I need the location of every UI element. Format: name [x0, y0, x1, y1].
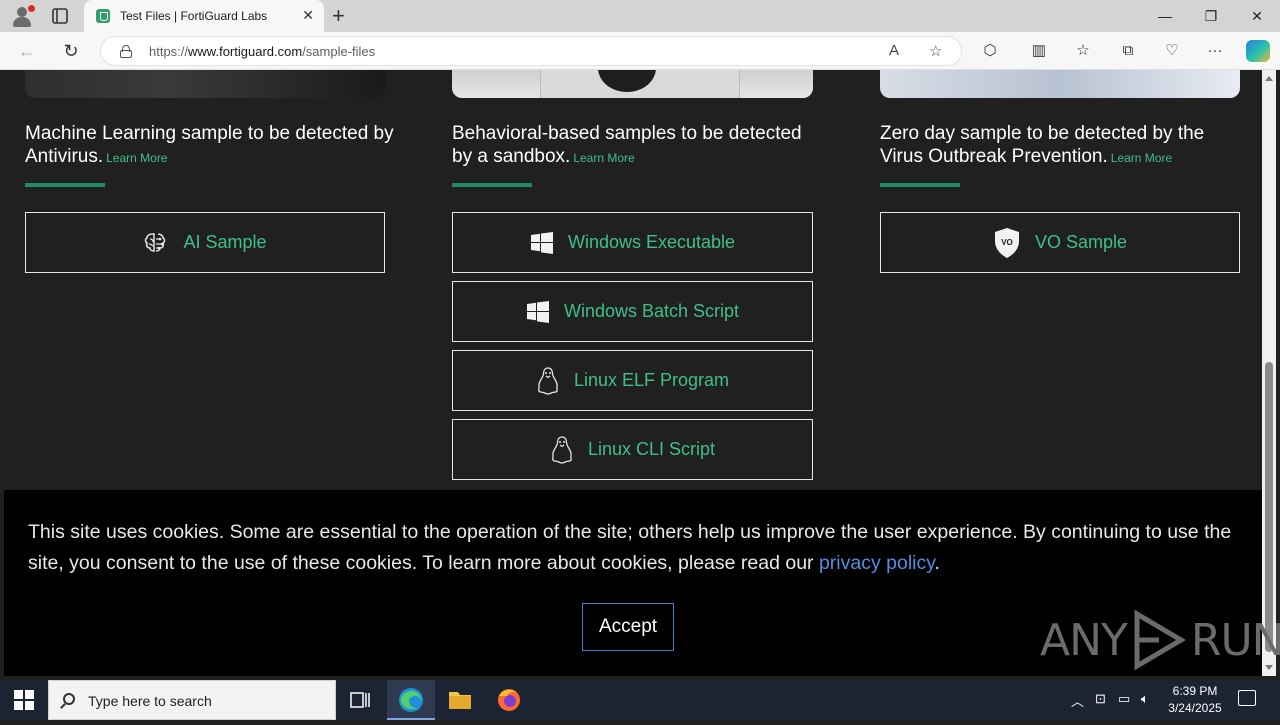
taskbar-clock[interactable]: 6:39 PM 3/24/2025 [1160, 683, 1230, 717]
ml-heading: Machine Learning sample to be detected b… [25, 123, 394, 167]
clock-date: 3/24/2025 [1168, 701, 1222, 715]
heading-rule [25, 183, 105, 187]
browser-toolbar: ← ↻ https://www.fortiguard.com/sample-fi… [0, 32, 1280, 70]
volume-icon[interactable]: 🔈︎ [1141, 691, 1149, 707]
play-logo-icon [1134, 610, 1186, 670]
close-window-icon[interactable]: ✕ [1234, 0, 1280, 32]
vo-sample-label: VO Sample [1034, 232, 1128, 252]
ai-sample-button[interactable]: AI Sample [25, 212, 385, 273]
cookie-banner: This site uses cookies. Some are essenti… [4, 490, 1280, 676]
scroll-up-icon[interactable] [1265, 76, 1273, 81]
windows-executable-label: Windows Executable [567, 232, 736, 252]
search-placeholder: Type here to search [88, 693, 212, 709]
close-tab-icon[interactable]: ✕ [302, 7, 314, 24]
cookie-text: This site uses cookies. Some are essenti… [28, 521, 1232, 574]
more-menu-icon[interactable]: ··· [1205, 41, 1225, 61]
windows-icon [526, 300, 549, 323]
browser-essentials-icon[interactable]: ♡ [1162, 41, 1182, 61]
heading-rule [880, 183, 960, 187]
linux-icon [537, 366, 558, 395]
refresh-icon[interactable]: ↻ [60, 40, 82, 62]
sandbox-heading: Behavioral-based samples to be detected … [452, 123, 802, 167]
learn-more-link[interactable]: Learn More [106, 151, 167, 165]
favorites-icon[interactable]: ☆ [1073, 41, 1093, 61]
favorite-star-icon[interactable]: ☆ [929, 42, 942, 60]
minimize-icon[interactable]: — [1142, 0, 1188, 32]
ml-hero-image [25, 70, 385, 98]
clock-time: 6:39 PM [1172, 684, 1218, 698]
new-tab-icon[interactable]: + [332, 3, 345, 29]
page-scrollbar[interactable] [1262, 70, 1276, 676]
taskbar-search-box[interactable]: Type here to search [48, 680, 336, 720]
browser-tab[interactable]: Test Files | FortiGuard Labs ✕ [84, 0, 324, 32]
firefox-icon[interactable] [485, 680, 533, 720]
url-text[interactable]: https://www.fortiguard.com/sample-files [149, 44, 375, 59]
learn-more-link[interactable]: Learn More [573, 151, 634, 165]
address-bar[interactable]: https://www.fortiguard.com/sample-files … [100, 36, 962, 66]
tab-title: Test Files | FortiGuard Labs [120, 9, 268, 23]
vo-shield-text: VO [1001, 238, 1013, 247]
linux-icon [551, 435, 572, 464]
anyrun-watermark: ANY RUN [1040, 610, 1280, 670]
vo-shield-icon: VO [994, 227, 1019, 258]
windows-start-icon[interactable] [14, 690, 34, 710]
lock-icon[interactable] [120, 45, 132, 58]
notification-icon[interactable] [1238, 690, 1256, 706]
privacy-policy-link[interactable]: privacy policy [819, 552, 935, 574]
windows-taskbar: Type here to search ︿ ⊡ ▭ 🔈︎ 6:39 PM 3/2… [0, 680, 1280, 720]
edge-taskbar-icon[interactable] [387, 680, 435, 720]
windows-executable-button[interactable]: Windows Executable [452, 212, 813, 273]
back-icon[interactable]: ← [16, 40, 38, 62]
collections-icon[interactable]: ⧉ [1118, 41, 1138, 61]
windows-batch-script-label: Windows Batch Script [563, 301, 740, 321]
brain-icon [145, 232, 166, 252]
network-icon[interactable]: ▭ [1118, 691, 1130, 707]
device-icon[interactable]: ⊡ [1095, 691, 1106, 707]
ai-sample-label: AI Sample [183, 232, 267, 252]
fortiguard-favicon-icon [96, 9, 110, 23]
restore-icon[interactable]: ❐ [1188, 0, 1234, 32]
search-icon [63, 693, 75, 705]
windows-icon [530, 231, 553, 254]
profile-avatar-icon[interactable] [10, 4, 35, 28]
file-explorer-icon[interactable] [436, 680, 484, 720]
task-view-icon[interactable] [336, 680, 384, 720]
zero-day-hero-image [880, 70, 1240, 98]
linux-elf-program-button[interactable]: Linux ELF Program [452, 350, 813, 411]
linux-cli-script-label: Linux CLI Script [587, 439, 716, 459]
vo-sample-button[interactable]: VO VO Sample [880, 212, 1240, 273]
split-screen-icon[interactable]: ▥ [1029, 41, 1049, 61]
zero-day-heading: Zero day sample to be detected by the Vi… [880, 123, 1205, 167]
show-hidden-icons-icon[interactable]: ︿ [1071, 691, 1084, 710]
read-aloud-icon[interactable]: A [889, 42, 899, 59]
sandbox-hero-image [452, 70, 813, 98]
tab-actions-icon[interactable] [50, 6, 70, 26]
linux-elf-program-label: Linux ELF Program [573, 370, 730, 390]
accept-cookies-button[interactable]: Accept [582, 603, 674, 651]
browser-tab-bar: Test Files | FortiGuard Labs ✕ + — ❐ ✕ [0, 0, 1280, 32]
extensions-icon[interactable]: ⬡ [980, 41, 1000, 61]
heading-rule [452, 183, 532, 187]
windows-batch-script-button[interactable]: Windows Batch Script [452, 281, 813, 342]
copilot-icon[interactable] [1246, 40, 1270, 62]
linux-cli-script-button[interactable]: Linux CLI Script [452, 419, 813, 480]
learn-more-link[interactable]: Learn More [1111, 151, 1172, 165]
scroll-thumb[interactable] [1265, 362, 1273, 652]
